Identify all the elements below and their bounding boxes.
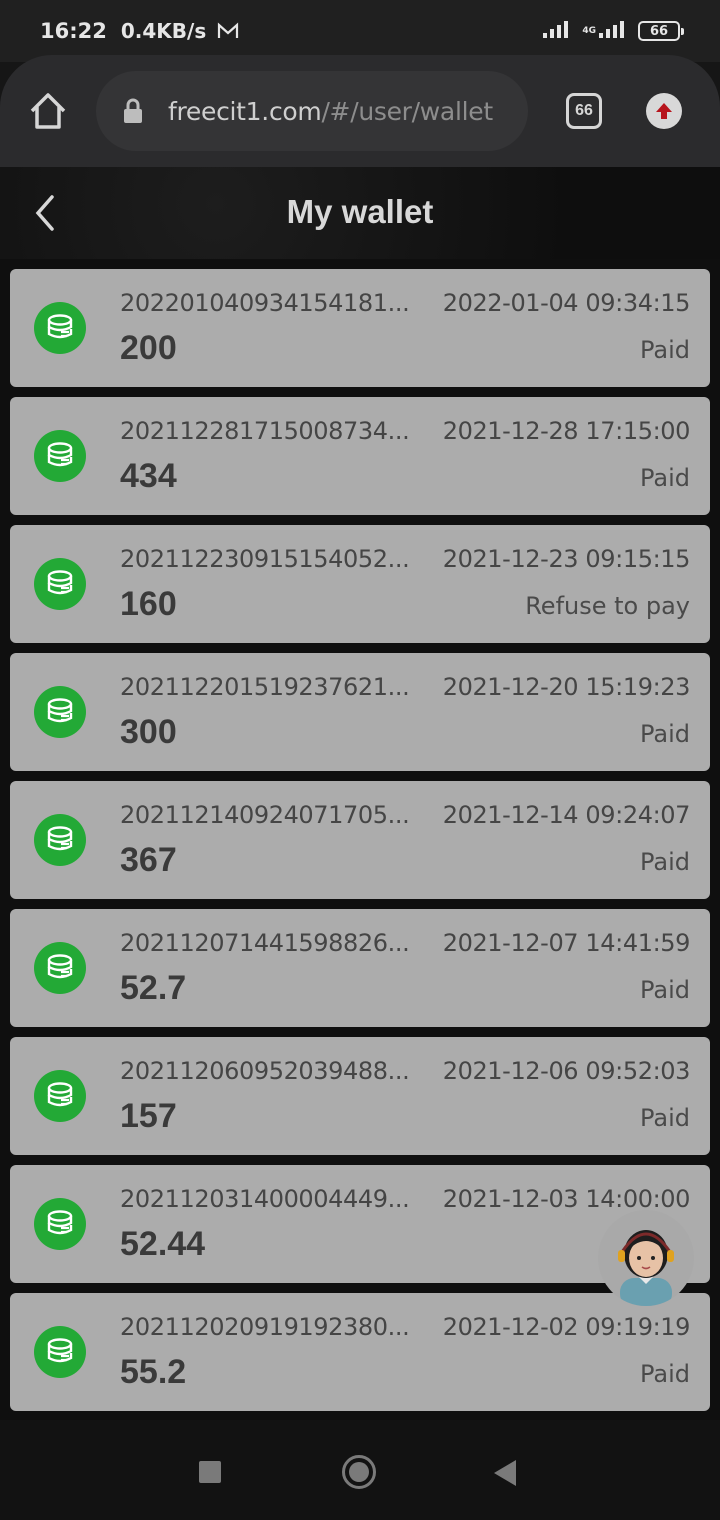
transaction-row[interactable]: 202112230915154052... 2021-12-23 09:15:1… xyxy=(10,525,710,643)
transaction-status: Paid xyxy=(639,720,690,748)
transaction-amount: 434 xyxy=(120,457,177,495)
network-type: 4G xyxy=(582,25,596,36)
transaction-date: 2022-01-04 09:34:15 xyxy=(442,289,691,317)
transaction-amount: 160 xyxy=(120,585,177,623)
transaction-status: Paid xyxy=(639,1360,690,1388)
transaction-row[interactable]: 202112071441598826... 2021-12-07 14:41:5… xyxy=(10,909,710,1027)
transaction-status: Paid xyxy=(639,336,690,364)
transaction-status: Refuse to pay xyxy=(525,592,690,620)
browser-toolbar: freecit1.com/#/user/wallet 66 xyxy=(0,55,720,167)
transaction-row[interactable]: 202112020919192380... 2021-12-02 09:19:1… xyxy=(10,1293,710,1411)
recent-apps-button[interactable] xyxy=(199,1461,221,1483)
transaction-date: 2021-12-23 09:15:15 xyxy=(442,545,691,573)
coin-stack-icon xyxy=(34,302,86,354)
coin-stack-icon xyxy=(34,942,86,994)
transaction-amount: 55.2 xyxy=(120,1353,187,1391)
address-bar[interactable]: freecit1.com/#/user/wallet xyxy=(96,71,528,151)
status-bar: 16:22 0.4KB/s 4G 66 xyxy=(0,0,720,62)
coin-stack-icon xyxy=(34,1326,86,1378)
app-header: My wallet xyxy=(0,167,720,259)
transaction-date: 2021-12-20 15:19:23 xyxy=(442,673,691,701)
system-nav-bar xyxy=(0,1420,720,1520)
transaction-status: Paid xyxy=(639,464,690,492)
signal-icon-2 xyxy=(598,19,628,43)
tabs-button[interactable]: 66 xyxy=(566,93,602,129)
transaction-amount: 52.7 xyxy=(120,969,187,1007)
url-text: freecit1.com/#/user/wallet xyxy=(168,97,493,126)
transaction-status: Paid xyxy=(639,848,690,876)
coin-stack-icon xyxy=(34,1070,86,1122)
transaction-amount: 300 xyxy=(120,713,177,751)
transaction-row[interactable]: 202112060952039488... 2021-12-06 09:52:0… xyxy=(10,1037,710,1155)
transaction-row[interactable]: 202112281715008734... 2021-12-28 17:15:0… xyxy=(10,397,710,515)
transaction-date: 2021-12-02 09:19:19 xyxy=(442,1313,691,1341)
transaction-row[interactable]: 202112201519237621... 2021-12-20 15:19:2… xyxy=(10,653,710,771)
transaction-id: 202112140924071705... xyxy=(120,801,410,829)
home-icon[interactable] xyxy=(26,89,70,133)
transaction-status: Paid xyxy=(639,976,690,1004)
url-path: /#/user/wallet xyxy=(321,96,493,126)
coin-stack-icon xyxy=(34,558,86,610)
transaction-id: 202112071441598826... xyxy=(120,929,410,957)
customer-support-avatar[interactable] xyxy=(598,1210,694,1306)
transaction-row[interactable]: 202201040934154181... 2022-01-04 09:34:1… xyxy=(10,269,710,387)
transaction-date: 2021-12-14 09:24:07 xyxy=(442,801,691,829)
status-speed: 0.4KB/s xyxy=(120,19,207,43)
transaction-date: 2021-12-03 14:00:00 xyxy=(442,1185,691,1213)
transaction-status: Paid xyxy=(639,1104,690,1132)
home-button[interactable] xyxy=(342,1455,376,1489)
transaction-id: 202112060952039488... xyxy=(120,1057,410,1085)
transaction-id: 202112281715008734... xyxy=(120,417,410,445)
coin-stack-icon xyxy=(34,1198,86,1250)
transaction-amount: 52.44 xyxy=(120,1225,206,1263)
transaction-amount: 157 xyxy=(120,1097,177,1135)
coin-stack-icon xyxy=(34,686,86,738)
transaction-id: 202201040934154181... xyxy=(120,289,410,317)
page-title: My wallet xyxy=(286,193,434,230)
coin-stack-icon xyxy=(34,430,86,482)
transaction-id: 202112230915154052... xyxy=(120,545,410,573)
back-button[interactable] xyxy=(494,1460,516,1486)
transaction-date: 2021-12-28 17:15:00 xyxy=(442,417,691,445)
transaction-date: 2021-12-07 14:41:59 xyxy=(442,929,691,957)
signal-icon xyxy=(542,19,572,43)
transaction-amount: 367 xyxy=(120,841,177,879)
transaction-id: 202112031400004449... xyxy=(120,1185,410,1213)
transaction-row[interactable]: 202112140924071705... 2021-12-14 09:24:0… xyxy=(10,781,710,899)
url-host: freecit1.com xyxy=(168,96,322,126)
battery-icon: 66 xyxy=(638,21,684,41)
lock-icon xyxy=(122,98,146,124)
status-time: 16:22 xyxy=(40,19,107,43)
transaction-id: 202112020919192380... xyxy=(120,1313,410,1341)
transaction-id: 202112201519237621... xyxy=(120,673,410,701)
upload-icon[interactable] xyxy=(646,93,682,129)
mail-icon xyxy=(216,21,240,41)
transaction-amount: 200 xyxy=(120,329,177,367)
transaction-date: 2021-12-06 09:52:03 xyxy=(442,1057,691,1085)
coin-stack-icon xyxy=(34,814,86,866)
